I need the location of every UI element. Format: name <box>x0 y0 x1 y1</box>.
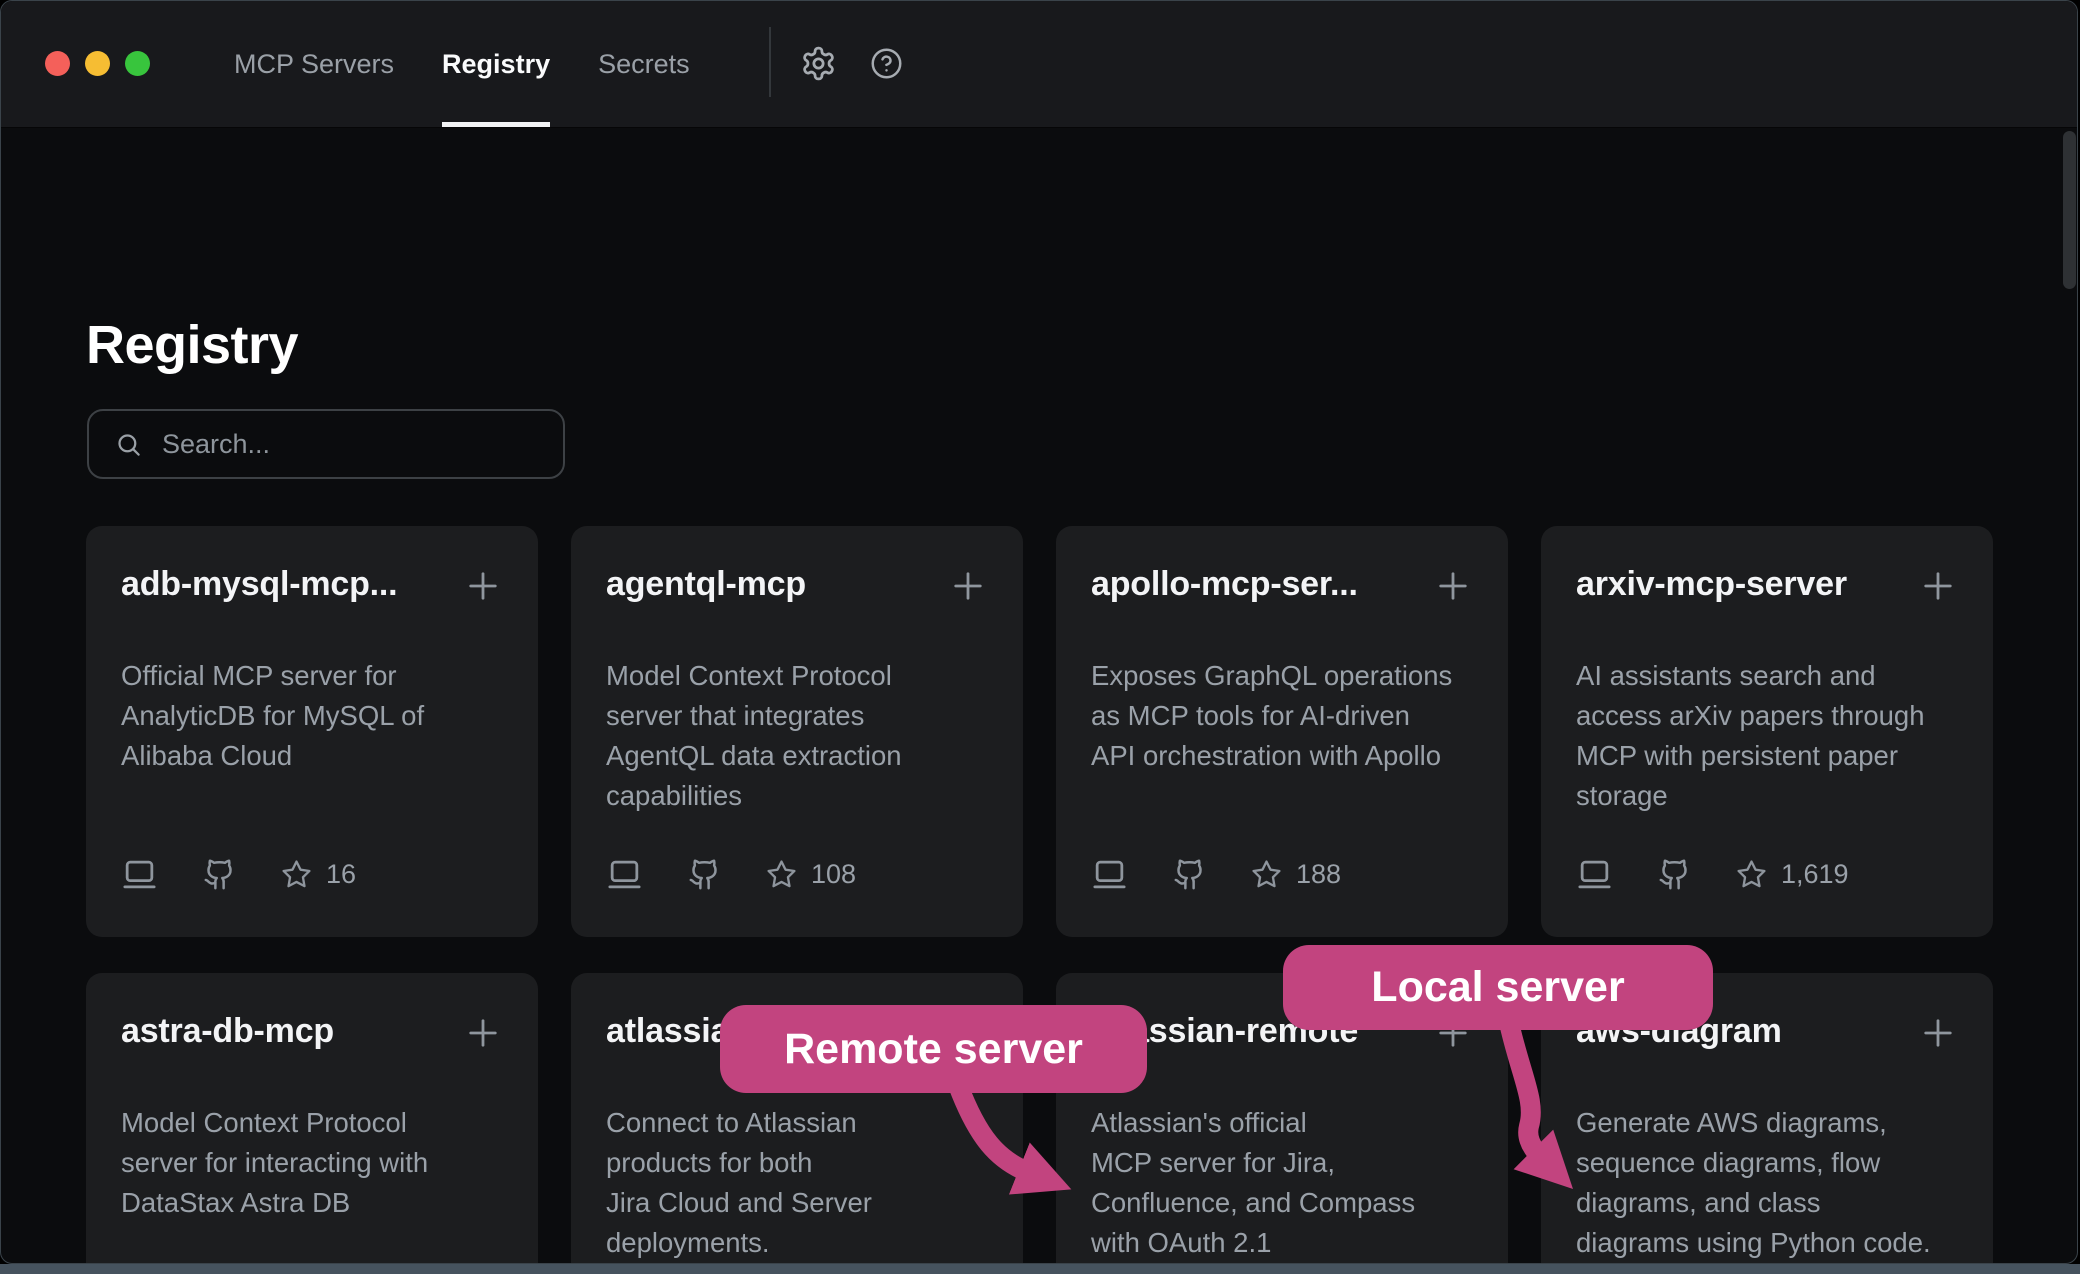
server-description: Connect to Atlassianproducts for bothJir… <box>606 1103 989 1263</box>
server-card-astra-db-mcp[interactable]: astra-db-mcp Model Context Protocolserve… <box>86 973 538 1264</box>
server-card-footer: 16 <box>121 856 504 893</box>
search-icon <box>115 431 142 458</box>
tab-registry[interactable]: Registry <box>442 1 550 127</box>
star-count: 1,619 <box>1781 859 1849 890</box>
server-description: Generate AWS diagrams,sequence diagrams,… <box>1576 1103 1959 1263</box>
titlebar-divider <box>769 27 771 97</box>
server-description: Official MCP server forAnalyticDB for My… <box>121 656 504 776</box>
registry-card-grid: adb-mysql-mcp... Official MCP server for… <box>86 526 1993 1264</box>
laptop-icon <box>121 856 158 893</box>
vertical-scrollbar-thumb[interactable] <box>2063 131 2076 289</box>
add-server-button[interactable] <box>462 565 504 612</box>
server-card-apollo-mcp-server[interactable]: apollo-mcp-ser... Exposes GraphQL operat… <box>1056 526 1508 937</box>
server-description: Model Context Protocolserver for interac… <box>121 1103 504 1223</box>
help-icon[interactable] <box>870 47 903 80</box>
server-description: AI assistants search andaccess arXiv pap… <box>1576 656 1959 816</box>
add-server-button[interactable] <box>1432 565 1474 612</box>
laptop-icon <box>606 856 643 893</box>
search-input[interactable] <box>160 428 563 461</box>
page-title: Registry <box>86 315 298 375</box>
star-icon <box>766 859 797 890</box>
star-count: 108 <box>811 859 856 890</box>
add-server-button[interactable] <box>947 565 989 612</box>
github-icon[interactable] <box>688 858 721 891</box>
github-icon[interactable] <box>203 858 236 891</box>
star-icon <box>1251 859 1282 890</box>
star-icon <box>1736 859 1767 890</box>
server-card-agentql-mcp[interactable]: agentql-mcp Model Context Protocolserver… <box>571 526 1023 937</box>
server-card-arxiv-mcp-server[interactable]: arxiv-mcp-server AI assistants search an… <box>1541 526 1993 937</box>
server-card-footer: 1,619 <box>1576 856 1959 893</box>
titlebar: MCP Servers Registry Secrets <box>1 1 2077 128</box>
laptop-icon <box>1091 856 1128 893</box>
add-server-button[interactable] <box>1917 1012 1959 1059</box>
desktop-backdrop-strip <box>0 1264 2080 1274</box>
star-count: 16 <box>326 859 356 890</box>
star-count: 188 <box>1296 859 1341 890</box>
local-server-callout: Local server <box>1283 945 1713 1030</box>
server-name: agentql-mcp <box>606 562 806 606</box>
server-description: Exposes GraphQL operationsas MCP tools f… <box>1091 656 1474 776</box>
tab-secrets[interactable]: Secrets <box>598 1 690 127</box>
tab-mcp-servers[interactable]: MCP Servers <box>234 1 394 127</box>
server-name: astra-db-mcp <box>121 1009 334 1053</box>
server-name: adb-mysql-mcp... <box>121 562 397 606</box>
add-server-button[interactable] <box>462 1012 504 1059</box>
star-icon <box>281 859 312 890</box>
close-window-button[interactable] <box>45 51 70 76</box>
settings-gear-icon[interactable] <box>800 45 837 82</box>
remote-server-callout: Remote server <box>720 1005 1147 1093</box>
server-description: Model Context Protocolserver that integr… <box>606 656 989 816</box>
github-icon[interactable] <box>1658 858 1691 891</box>
server-name: arxiv-mcp-server <box>1576 562 1847 606</box>
zoom-window-button[interactable] <box>125 51 150 76</box>
main-nav-tabs: MCP Servers Registry Secrets <box>234 1 690 127</box>
add-server-button[interactable] <box>1917 565 1959 612</box>
server-card-footer: 188 <box>1091 856 1474 893</box>
server-card-footer: 108 <box>606 856 989 893</box>
server-card-adb-mysql-mcp[interactable]: adb-mysql-mcp... Official MCP server for… <box>86 526 538 937</box>
github-icon[interactable] <box>1173 858 1206 891</box>
minimize-window-button[interactable] <box>85 51 110 76</box>
search-box[interactable] <box>87 409 565 479</box>
server-description: Atlassian's officialMCP server for Jira,… <box>1091 1103 1474 1263</box>
server-name: apollo-mcp-ser... <box>1091 562 1358 606</box>
laptop-icon <box>1576 856 1613 893</box>
window-controls <box>45 51 150 76</box>
